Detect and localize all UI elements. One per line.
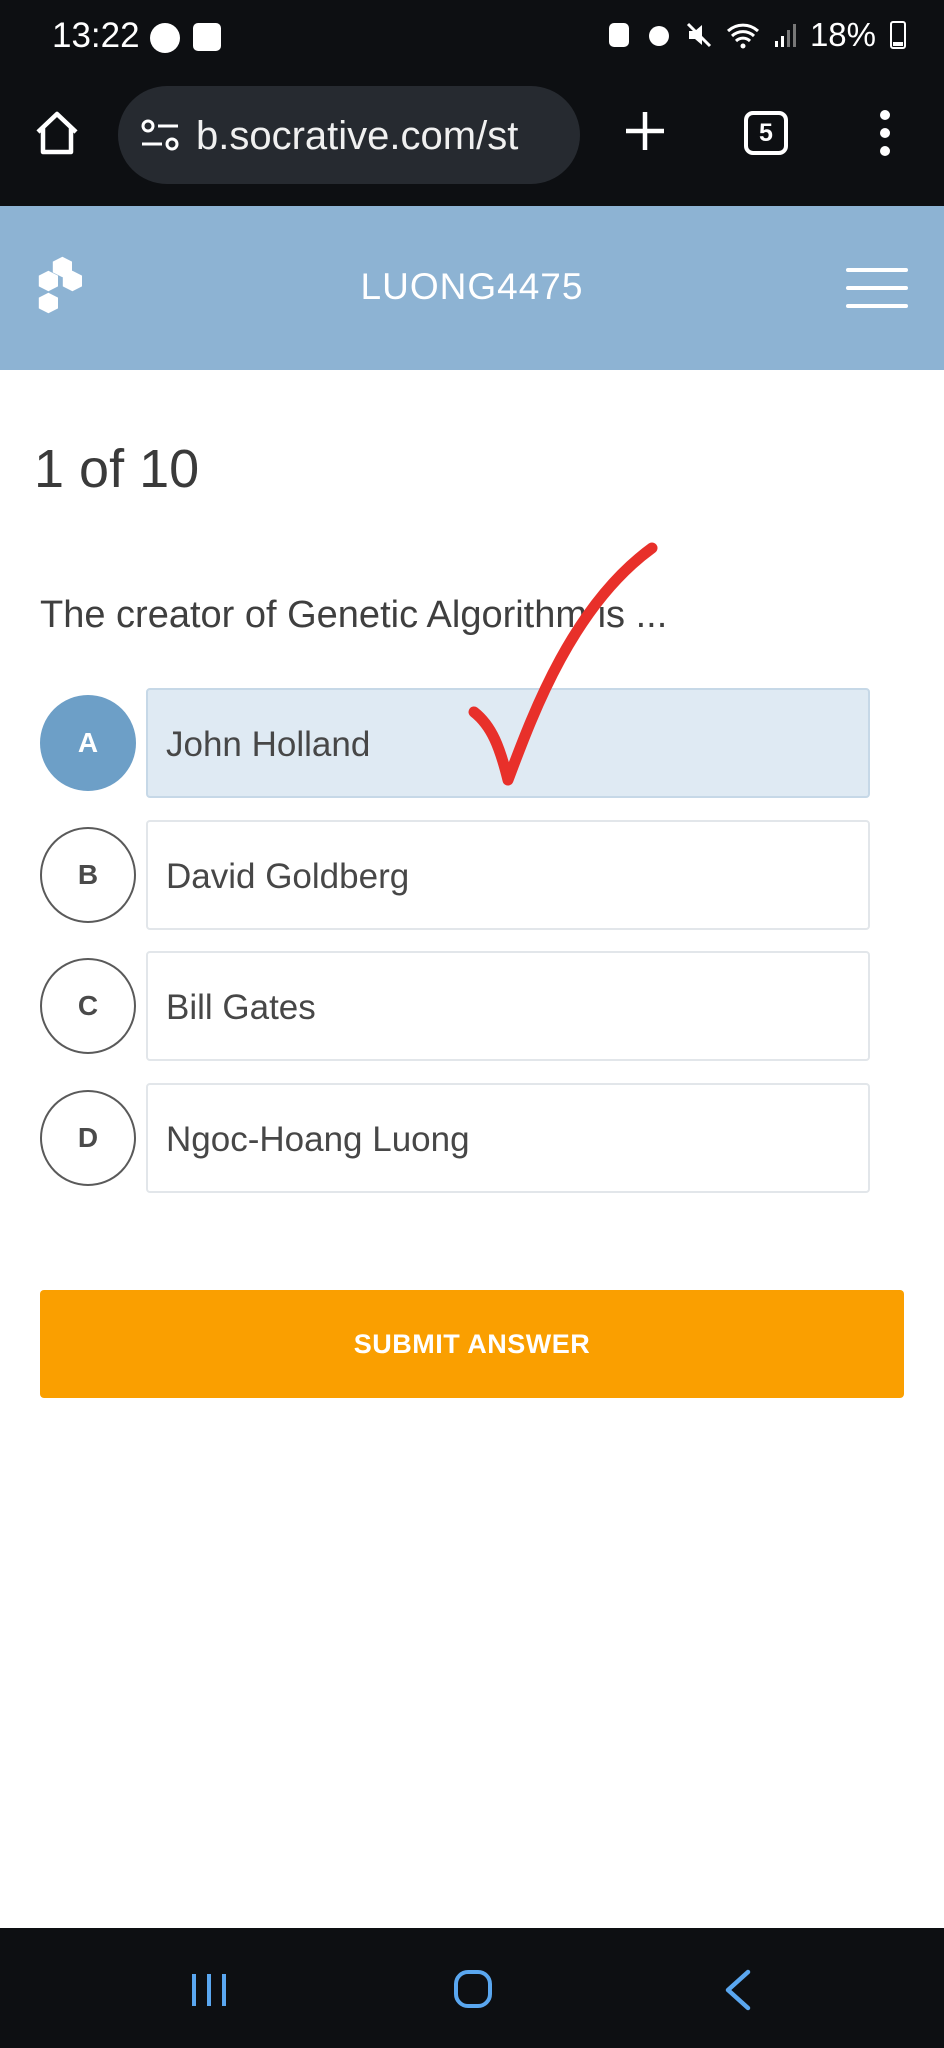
checkbox-notification-icon bbox=[193, 23, 221, 51]
status-icons: 18% bbox=[606, 16, 906, 54]
recent-apps-icon[interactable] bbox=[188, 1970, 230, 2010]
battery-percent: 18% bbox=[809, 16, 876, 53]
new-tab-plus-icon[interactable] bbox=[620, 106, 670, 156]
room-name: LUONG4475 bbox=[360, 266, 584, 307]
browser-toolbar: b.socrative.com/st 5 bbox=[0, 78, 944, 206]
question-text: The creator of Genetic Algorithm is ... bbox=[40, 594, 668, 636]
page: 13:22 18% b.socrative.com/st 5 LUONG4475… bbox=[0, 0, 944, 2048]
tab-switcher-button[interactable]: 5 bbox=[744, 111, 788, 155]
url-text[interactable]: b.socrative.com/st bbox=[196, 114, 568, 159]
answer-text: David Goldberg bbox=[166, 857, 410, 896]
battery-icon bbox=[890, 21, 906, 49]
submit-answer-button[interactable]: SUBMIT ANSWER bbox=[40, 1290, 904, 1398]
answer-letter-badge[interactable]: C bbox=[40, 958, 136, 1054]
wifi-icon bbox=[726, 23, 759, 49]
status-time: 13:22 bbox=[52, 16, 140, 55]
answer-option-a[interactable]: A John Holland bbox=[40, 688, 870, 798]
browser-menu-icon[interactable] bbox=[870, 108, 900, 158]
hamburger-menu-icon[interactable] bbox=[846, 268, 908, 310]
back-nav-icon[interactable] bbox=[720, 1968, 756, 2012]
answer-letter-badge[interactable]: D bbox=[40, 1090, 136, 1186]
answer-text: Bill Gates bbox=[166, 988, 316, 1027]
signal-icon bbox=[774, 24, 796, 47]
answer-choice-box[interactable]: Ngoc-Hoang Luong bbox=[146, 1083, 870, 1193]
battery-saver-icon bbox=[608, 23, 629, 47]
mute-icon bbox=[686, 22, 711, 48]
home-icon[interactable] bbox=[32, 108, 82, 158]
answer-option-d[interactable]: D Ngoc-Hoang Luong bbox=[40, 1083, 870, 1193]
question-progress: 1 of 10 bbox=[34, 439, 200, 499]
answer-letter-badge[interactable]: B bbox=[40, 827, 136, 923]
site-settings-icon[interactable] bbox=[140, 118, 180, 152]
answer-letter-badge[interactable]: A bbox=[40, 695, 136, 791]
alarm-icon bbox=[648, 26, 669, 46]
answer-text: John Holland bbox=[166, 725, 371, 764]
messenger-icon bbox=[150, 23, 180, 53]
answer-choice-box[interactable]: David Goldberg bbox=[146, 820, 870, 930]
answer-text: Ngoc-Hoang Luong bbox=[166, 1120, 470, 1159]
status-bar: 13:22 18% bbox=[0, 0, 944, 78]
answer-option-c[interactable]: C Bill Gates bbox=[40, 951, 870, 1061]
address-bar[interactable]: b.socrative.com/st bbox=[118, 86, 580, 184]
answer-option-b[interactable]: B David Goldberg bbox=[40, 820, 870, 930]
app-header: LUONG4475 bbox=[0, 206, 944, 370]
answer-choice-box[interactable]: Bill Gates bbox=[146, 951, 870, 1061]
answer-choice-box[interactable]: John Holland bbox=[146, 688, 870, 798]
system-navigation-bar bbox=[0, 1928, 944, 2048]
home-nav-icon[interactable] bbox=[452, 1968, 494, 2010]
